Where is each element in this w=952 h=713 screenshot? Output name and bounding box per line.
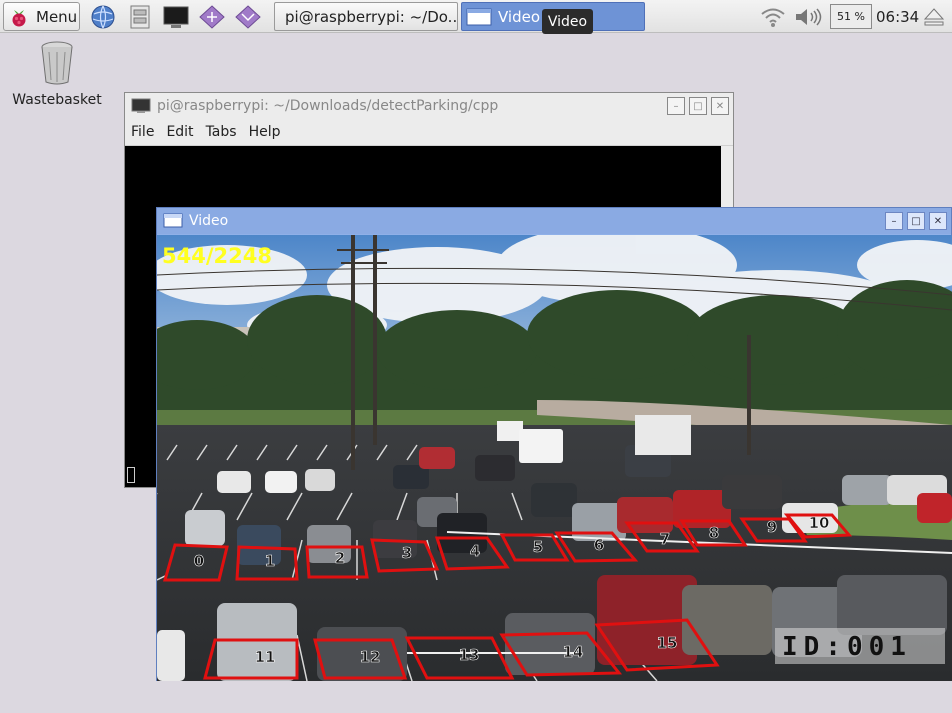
taskbar-window-label: Video	[498, 7, 541, 26]
eject-button[interactable]	[922, 2, 946, 31]
spot-label-11: 11	[255, 648, 276, 666]
camera-id: ID:001	[782, 632, 912, 662]
terminal-cursor	[127, 467, 135, 483]
menu-edit[interactable]: Edit	[166, 124, 193, 140]
browser-icon	[91, 5, 115, 28]
desktop-icon-label: Wastebasket	[12, 92, 102, 108]
spot-label-10: 10	[809, 514, 830, 532]
cpu-usage: 51 %	[830, 4, 872, 29]
maximize-button[interactable]: □	[907, 212, 925, 230]
minimize-button[interactable]: –	[667, 97, 685, 115]
spot-label-14: 14	[563, 643, 584, 661]
video-window[interactable]: Video – □ ✕ 544/2248 0 1 2 3 4 5 6 7 8 9…	[156, 207, 952, 681]
spot-label-3: 3	[402, 544, 412, 562]
menu-button[interactable]: Menu	[3, 2, 80, 31]
spot-label-8: 8	[709, 524, 719, 542]
menu-tabs[interactable]: Tabs	[206, 124, 237, 140]
desktop-icon-wastebasket[interactable]: Wastebasket	[8, 38, 106, 108]
maximize-button[interactable]: □	[689, 97, 707, 115]
taskbar-window-label: pi@raspberrypi: ~/Do...	[285, 7, 458, 26]
file-manager-icon	[130, 5, 150, 28]
file-manager-launcher[interactable]	[125, 2, 155, 31]
volume-control[interactable]	[793, 2, 825, 31]
terminal-title: pi@raspberrypi: ~/Downloads/detectParkin…	[157, 98, 499, 114]
terminal-icon	[163, 6, 189, 28]
terminal-icon	[131, 98, 151, 113]
trash-icon	[41, 41, 73, 85]
video-frame: 544/2248 0 1 2 3 4 5 6 7 8 9 10 11 12 13…	[157, 235, 952, 681]
menu-label: Menu	[36, 7, 78, 26]
wifi-indicator[interactable]	[760, 2, 786, 31]
speaker-icon	[796, 8, 822, 25]
spot-label-9: 9	[767, 518, 777, 536]
close-button[interactable]: ✕	[929, 212, 947, 230]
menu-help[interactable]: Help	[249, 124, 281, 140]
spot-label-5: 5	[533, 538, 543, 556]
spot-label-1: 1	[265, 552, 275, 570]
spot-label-4: 4	[470, 542, 480, 560]
wifi-icon	[761, 8, 785, 27]
terminal-titlebar[interactable]: pi@raspberrypi: ~/Downloads/detectParkin…	[125, 93, 733, 119]
math-icon	[199, 4, 225, 29]
taskbar-window-terminal[interactable]: pi@raspberrypi: ~/Do...	[274, 2, 458, 31]
taskbar: Menu pi@raspberrypi: ~/Do... Video Video…	[0, 0, 952, 34]
terminal-menubar: File Edit Tabs Help	[125, 119, 733, 146]
video-title: Video	[189, 213, 229, 229]
window-icon	[163, 213, 183, 228]
cpu-monitor[interactable]: 51 %	[830, 2, 872, 31]
window-controls: – □ ✕	[663, 97, 729, 115]
frame-counter: 544/2248	[162, 244, 272, 268]
parking-lot-scene: 544/2248 0 1 2 3 4 5 6 7 8 9 10 11 12 13…	[157, 235, 952, 681]
window-controls: – □ ✕	[881, 212, 947, 230]
minimize-button[interactable]: –	[885, 212, 903, 230]
terminal-launcher[interactable]	[161, 2, 191, 31]
spot-label-6: 6	[594, 536, 604, 554]
close-button[interactable]: ✕	[711, 97, 729, 115]
math-launcher[interactable]	[197, 2, 227, 31]
clock[interactable]: 06:34	[876, 2, 919, 31]
eject-icon	[923, 7, 945, 25]
wolfram-icon	[235, 4, 261, 29]
wolfram-launcher[interactable]	[233, 2, 263, 31]
tooltip: Video	[542, 9, 593, 34]
spot-label-12: 12	[360, 648, 381, 666]
browser-launcher[interactable]	[88, 2, 118, 31]
spot-label-2: 2	[335, 549, 345, 567]
spot-label-0: 0	[194, 552, 204, 570]
video-titlebar[interactable]: Video – □ ✕	[157, 208, 951, 234]
menu-file[interactable]: File	[131, 124, 154, 140]
spot-label-13: 13	[459, 646, 480, 664]
spot-label-15: 15	[657, 634, 678, 652]
spot-label-7: 7	[660, 530, 670, 548]
raspberry-icon	[12, 9, 26, 26]
window-icon	[466, 8, 492, 25]
